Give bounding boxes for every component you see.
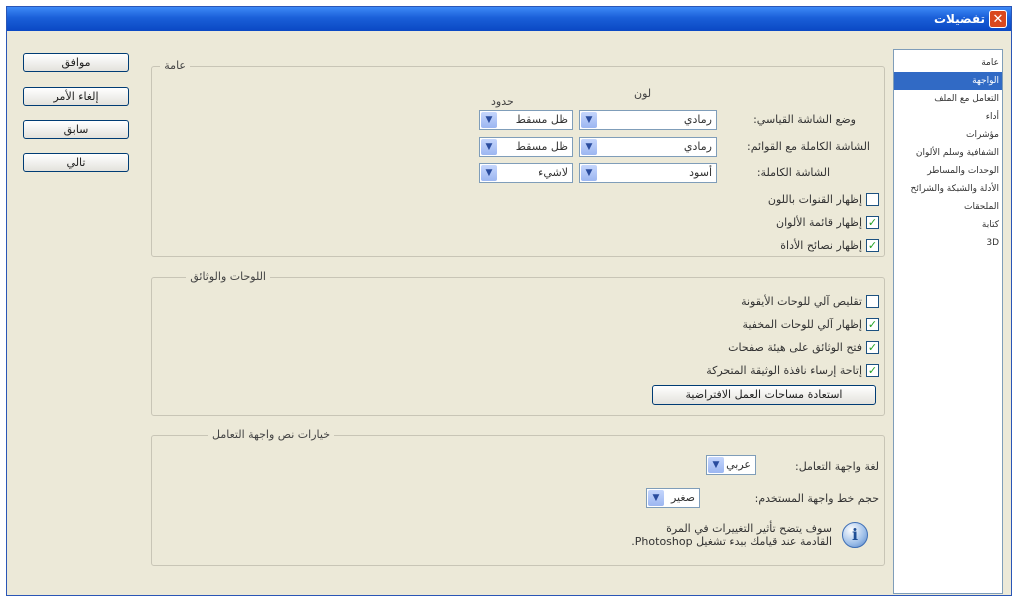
checkbox-label: إتاحة إرساء نافذة الوثيقة المتحركة <box>706 363 862 377</box>
full-border-value: لاشيء <box>538 166 568 179</box>
category-item-transparency-gamut[interactable]: الشفافية وسلم الألوان <box>894 144 1002 162</box>
standard-border-value: ظل مسقط <box>515 113 568 126</box>
check-icon[interactable]: ✓ <box>866 215 879 229</box>
dialog-body: موافق إلغاء الأمر سابق تالي عامة الواجهة… <box>7 31 1011 595</box>
category-item-cursors[interactable]: مؤشرات <box>894 126 1002 144</box>
ui-font-size-select[interactable]: صغير ▼ <box>646 488 700 508</box>
panels-documents-group: اللوحات والوثائق تقليص آلي للوحات الأيقو… <box>151 270 885 416</box>
color-column-header: لون <box>634 87 652 100</box>
panels-legend: اللوحات والوثائق <box>186 270 270 283</box>
auto-collapse-panels-checkbox[interactable]: تقليص آلي للوحات الأيقونة <box>741 293 879 309</box>
general-legend: عامة <box>160 59 190 72</box>
standard-screen-label: وضع الشاشة القياسي: <box>753 113 856 126</box>
ui-language-label: لغة واجهة التعامل: <box>795 460 879 473</box>
full-color-select[interactable]: أسود ▼ <box>579 163 717 183</box>
category-item-general[interactable]: عامة <box>894 54 1002 72</box>
show-channels-color-checkbox[interactable]: إظهار القنوات باللون <box>768 191 879 207</box>
prev-button[interactable]: سابق <box>23 120 129 139</box>
chevron-down-icon[interactable]: ▼ <box>581 112 597 128</box>
ui-language-select[interactable]: عربي ▼ <box>706 455 756 475</box>
chevron-down-icon[interactable]: ▼ <box>481 165 497 181</box>
enable-floating-docking-checkbox[interactable]: ✓ إتاحة إرساء نافذة الوثيقة المتحركة <box>706 362 879 378</box>
restart-note-line1: سوف يتضح تأثير التغييرات في المرة <box>666 522 832 535</box>
full-screen-menus-label: الشاشة الكاملة مع القوائم: <box>747 140 870 153</box>
full-menus-border-select[interactable]: ظل مسقط ▼ <box>479 137 573 157</box>
window-title: تفضيلات <box>933 12 985 26</box>
standard-color-select[interactable]: رمادي ▼ <box>579 110 717 130</box>
restore-workspaces-button[interactable]: استعادة مساحات العمل الافتراضية <box>652 385 876 405</box>
full-screen-label: الشاشة الكاملة: <box>756 166 830 179</box>
chevron-down-icon[interactable]: ▼ <box>481 112 497 128</box>
category-list[interactable]: عامة الواجهة التعامل مع الملف أداء مؤشرا… <box>893 49 1003 594</box>
category-item-3d[interactable]: 3D <box>894 234 1002 252</box>
category-item-file-handling[interactable]: التعامل مع الملف <box>894 90 1002 108</box>
standard-border-select[interactable]: ظل مسقط ▼ <box>479 110 573 130</box>
chevron-down-icon[interactable]: ▼ <box>581 165 597 181</box>
restart-note: سوف يتضح تأثير التغييرات في المرة القادم… <box>631 522 832 548</box>
ui-font-size-value: صغير <box>670 491 695 504</box>
full-menus-border-value: ظل مسقط <box>515 140 568 153</box>
check-icon[interactable]: ✓ <box>866 238 879 252</box>
ui-text-legend: خيارات نص واجهة التعامل <box>208 428 334 441</box>
title-wrap: ✕ تفضيلات <box>934 10 1007 28</box>
ui-text-options-group: خيارات نص واجهة التعامل لغة واجهة التعام… <box>151 428 885 566</box>
info-icon: i <box>842 522 868 548</box>
checkbox-label: إظهار قائمة الألوان <box>776 215 862 229</box>
chevron-down-icon[interactable]: ▼ <box>648 490 664 506</box>
checkbox-label: إظهار نصائح الأداة <box>780 238 862 252</box>
category-item-performance[interactable]: أداء <box>894 108 1002 126</box>
chevron-down-icon[interactable]: ▼ <box>708 457 724 473</box>
title-bar[interactable]: ✕ تفضيلات <box>7 7 1011 31</box>
standard-color-value: رمادي <box>683 113 712 126</box>
full-color-value: أسود <box>689 166 712 179</box>
ui-font-size-label: حجم خط واجهة المستخدم: <box>754 492 879 505</box>
checkbox-label: إظهار آلي للوحات المخفية <box>742 317 862 331</box>
restart-note-line2: القادمة عند قيامك ببدء تشغيل Photoshop. <box>631 535 832 548</box>
checkbox-label: فتح الوثائق على هيئة صفحات <box>728 340 862 354</box>
check-icon[interactable]: ✓ <box>866 340 879 354</box>
checkbox-unchecked[interactable] <box>866 294 879 308</box>
chevron-down-icon[interactable]: ▼ <box>581 139 597 155</box>
category-item-plugins[interactable]: الملحقات <box>894 198 1002 216</box>
cancel-button[interactable]: إلغاء الأمر <box>23 87 129 106</box>
check-icon[interactable]: ✓ <box>866 317 879 331</box>
checkbox-label: تقليص آلي للوحات الأيقونة <box>741 294 862 308</box>
ok-button[interactable]: موافق <box>23 53 129 72</box>
category-item-units-rulers[interactable]: الوحدات والمساطر <box>894 162 1002 180</box>
ui-language-value: عربي <box>726 458 751 471</box>
close-icon[interactable]: ✕ <box>989 10 1007 28</box>
show-tooltips-checkbox[interactable]: ✓ إظهار نصائح الأداة <box>780 237 879 253</box>
preferences-dialog: ✕ تفضيلات موافق إلغاء الأمر سابق تالي عا… <box>6 6 1012 596</box>
checkbox-label: إظهار القنوات باللون <box>767 192 862 206</box>
check-icon[interactable]: ✓ <box>866 363 879 377</box>
general-group: عامة لون حدود وضع الشاشة القياسي: رمادي … <box>151 59 885 257</box>
border-column-header: حدود <box>491 95 514 108</box>
full-menus-color-value: رمادي <box>683 140 712 153</box>
open-documents-as-tabs-checkbox[interactable]: ✓ فتح الوثائق على هيئة صفحات <box>728 339 879 355</box>
full-menus-color-select[interactable]: رمادي ▼ <box>579 137 717 157</box>
next-button[interactable]: تالي <box>23 153 129 172</box>
show-menu-colors-checkbox[interactable]: ✓ إظهار قائمة الألوان <box>776 214 879 230</box>
category-item-interface[interactable]: الواجهة <box>894 72 1002 90</box>
category-item-guides-grid-slices[interactable]: الأدلة والشبكة والشرائح <box>894 180 1002 198</box>
chevron-down-icon[interactable]: ▼ <box>481 139 497 155</box>
checkbox-unchecked[interactable] <box>866 192 879 206</box>
full-border-select[interactable]: لاشيء ▼ <box>479 163 573 183</box>
category-item-type[interactable]: كتابة <box>894 216 1002 234</box>
auto-show-hidden-panels-checkbox[interactable]: ✓ إظهار آلي للوحات المخفية <box>743 316 879 332</box>
